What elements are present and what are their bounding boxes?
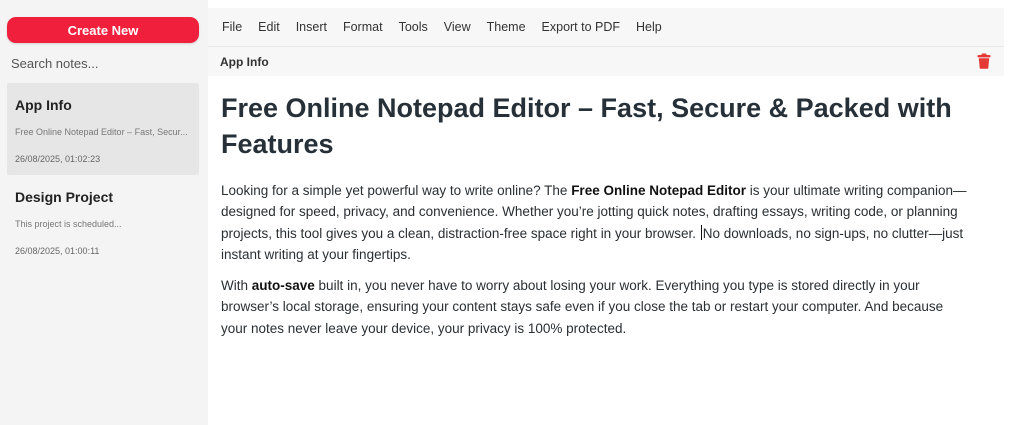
menu-help[interactable]: Help [628, 20, 670, 34]
paragraph-text: With [221, 278, 252, 294]
menu-tools[interactable]: Tools [391, 20, 436, 34]
menu-format[interactable]: Format [335, 20, 391, 34]
paragraph-text: built in, you never have to worry about … [221, 278, 944, 336]
note-item-app-info[interactable]: App Info Free Online Notepad Editor – Fa… [7, 83, 199, 175]
menu-bar: File Edit Insert Format Tools View Theme… [208, 8, 1004, 46]
note-date: 26/08/2025, 01:00:11 [15, 246, 100, 256]
document-title-bar: App Info [208, 46, 1004, 76]
document-heading: Free Online Notepad Editor – Fast, Secur… [221, 93, 952, 159]
menu-view[interactable]: View [436, 20, 479, 34]
bold-text: Free Online Notepad Editor [571, 183, 746, 198]
create-new-button[interactable]: Create New [7, 17, 199, 43]
document-name: App Info [220, 55, 269, 69]
menu-theme[interactable]: Theme [479, 20, 534, 34]
search-input[interactable] [0, 50, 208, 77]
editor-area[interactable]: Free Online Notepad Editor – Fast, Secur… [208, 76, 1004, 425]
menu-insert[interactable]: Insert [288, 20, 335, 34]
note-title: App Info [15, 97, 72, 113]
note-preview: Free Online Notepad Editor – Fast, Secur… [15, 127, 188, 137]
sidebar: Create New App Info Free Online Notepad … [0, 0, 208, 425]
note-preview: This project is scheduled... [15, 219, 122, 229]
bold-text: auto-save [251, 278, 315, 294]
menu-export-pdf[interactable]: Export to PDF [534, 20, 629, 34]
paragraph-1: Looking for a simple yet powerful way to… [221, 180, 972, 265]
trash-icon[interactable] [977, 53, 991, 69]
paragraph-2: With auto-save built in, you never have … [221, 275, 972, 339]
paragraph-text: Looking for a simple yet powerful way to… [221, 183, 572, 198]
menu-file[interactable]: File [214, 20, 250, 34]
note-item-design-project[interactable]: Design Project This project is scheduled… [7, 175, 199, 267]
note-date: 26/08/2025, 01:02:23 [15, 154, 101, 164]
text-cursor [700, 224, 702, 240]
note-title: Design Project [15, 189, 114, 205]
menu-edit[interactable]: Edit [250, 20, 288, 34]
note-list: App Info Free Online Notepad Editor – Fa… [7, 83, 199, 267]
